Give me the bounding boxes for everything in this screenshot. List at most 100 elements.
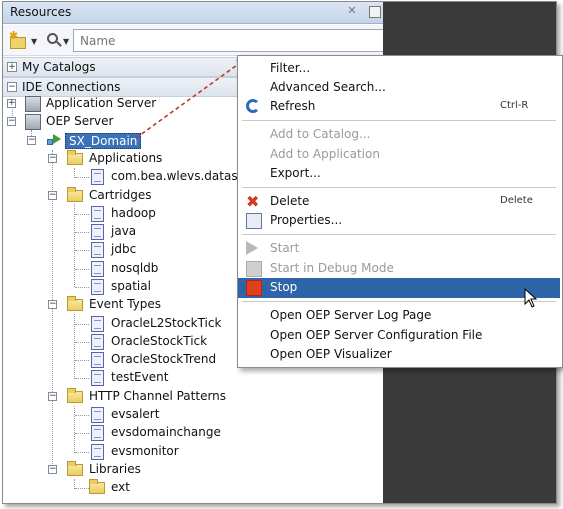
menu-item-label: Start in Debug Mode xyxy=(270,261,394,275)
tree-node-label: SX_Domain xyxy=(65,133,142,149)
collapse-icon[interactable]: − xyxy=(27,136,36,145)
menu-item-label: Delete xyxy=(270,194,310,208)
menu-separator xyxy=(242,120,556,121)
tree-node-label: Libraries xyxy=(89,462,141,476)
menu-item-label: Start xyxy=(270,241,300,255)
debug-icon xyxy=(246,261,262,277)
menu-item-export[interactable]: Export... xyxy=(238,164,560,184)
tree-leaf[interactable]: testEvent xyxy=(3,369,383,387)
document-icon xyxy=(91,407,104,423)
tree-node-label: com.bea.wlevs.datas xyxy=(111,169,238,183)
tree-node-label: evsmonitor xyxy=(111,444,179,458)
menu-separator xyxy=(242,234,556,235)
document-icon xyxy=(91,224,104,240)
server-icon xyxy=(25,114,41,130)
menu-item-label: Add to Application xyxy=(270,147,380,161)
folder-icon xyxy=(67,388,83,403)
document-icon xyxy=(91,444,104,460)
menu-item-label: Properties... xyxy=(270,213,343,227)
tree-node-label: java xyxy=(111,224,137,238)
tree-node-label: nosqldb xyxy=(111,261,159,275)
tree-leaf[interactable]: evsalert xyxy=(3,406,383,424)
menu-item-start-debug: Start in Debug Mode xyxy=(238,259,560,279)
document-icon xyxy=(91,242,104,258)
menu-item-filter[interactable]: Filter... xyxy=(238,59,560,79)
tree-node-label: HTTP Channel Patterns xyxy=(89,389,227,403)
menu-item-add-to-application: Add to Application xyxy=(238,145,560,165)
document-icon xyxy=(91,206,104,222)
menu-item-advanced-search[interactable]: Advanced Search... xyxy=(238,78,560,98)
tree-node-label: evsalert xyxy=(111,407,160,421)
collapse-icon[interactable]: − xyxy=(7,117,16,126)
collapse-icon[interactable]: − xyxy=(48,392,57,401)
tree-node-label: OracleStockTrend xyxy=(111,352,217,366)
menu-item-label: Open OEP Server Log Page xyxy=(270,308,432,322)
tree-node-label: spatial xyxy=(111,279,151,293)
domain-icon xyxy=(47,134,61,148)
context-menu: Filter... Advanced Search... Refresh Ctr… xyxy=(237,55,563,368)
folder-icon xyxy=(67,461,83,476)
menu-item-stop[interactable]: Stop xyxy=(238,278,560,298)
tree-node-label: Applications xyxy=(89,151,163,165)
menu-item-label: Export... xyxy=(270,166,321,180)
mouse-cursor-icon xyxy=(524,288,538,308)
menu-item-label: Stop xyxy=(270,280,298,294)
menu-item-label: Open OEP Server Configuration File xyxy=(270,328,483,342)
tree-leaf[interactable]: evsmonitor xyxy=(3,443,383,461)
menu-item-properties[interactable]: Properties... xyxy=(238,211,560,231)
collapse-icon[interactable]: − xyxy=(48,465,57,474)
shortcut-label: Delete xyxy=(500,195,533,206)
delete-icon: ✖ xyxy=(246,192,260,211)
menu-item-label: Filter... xyxy=(270,61,311,75)
tree-node-label: Cartridges xyxy=(89,188,152,202)
tree-node-label: OEP Server xyxy=(46,114,114,128)
collapse-icon[interactable]: − xyxy=(48,191,57,200)
tree-node-label: hadoop xyxy=(111,206,156,220)
tree-node-libraries[interactable]: − Libraries xyxy=(3,461,383,479)
tree-node-label: testEvent xyxy=(111,370,169,384)
tree-node-label: OracleL2StockTick xyxy=(111,316,222,330)
folder-icon xyxy=(67,296,83,311)
collapse-icon[interactable]: − xyxy=(48,300,57,309)
tree-node-label: OracleStockTick xyxy=(111,334,208,348)
document-icon xyxy=(91,316,104,332)
start-icon xyxy=(246,241,258,255)
stop-icon xyxy=(246,280,262,296)
document-icon xyxy=(91,425,104,441)
document-icon xyxy=(91,169,104,185)
menu-item-label: Refresh xyxy=(270,99,316,113)
expand-icon[interactable]: + xyxy=(7,99,16,108)
menu-item-refresh[interactable]: Refresh Ctrl-R xyxy=(238,97,560,117)
document-icon xyxy=(91,279,104,295)
menu-item-start: Start xyxy=(238,239,560,259)
menu-item-open-log[interactable]: Open OEP Server Log Page xyxy=(238,306,560,326)
menu-item-label: Open OEP Visualizer xyxy=(270,347,392,361)
collapse-icon[interactable]: − xyxy=(48,154,57,163)
menu-item-label: Advanced Search... xyxy=(270,80,386,94)
document-icon xyxy=(91,334,104,350)
menu-item-open-visualizer[interactable]: Open OEP Visualizer xyxy=(238,345,560,365)
tree-node-label: jdbc xyxy=(111,242,137,256)
server-icon xyxy=(25,96,41,112)
folder-icon xyxy=(67,187,83,202)
menu-item-open-config[interactable]: Open OEP Server Configuration File xyxy=(238,326,560,346)
menu-separator xyxy=(242,187,556,188)
refresh-icon xyxy=(246,99,260,113)
tree-node-label: Application Server xyxy=(46,96,157,110)
shortcut-label: Ctrl-R xyxy=(500,100,529,111)
tree-leaf[interactable]: ext xyxy=(3,479,383,497)
menu-item-add-to-catalog: Add to Catalog... xyxy=(238,125,560,145)
folder-icon xyxy=(89,479,105,494)
menu-item-label: Add to Catalog... xyxy=(270,127,371,141)
properties-icon xyxy=(246,213,262,229)
document-icon xyxy=(91,352,104,368)
tree-node-label: Event Types xyxy=(89,297,162,311)
document-icon xyxy=(91,261,104,277)
tree-node-http-channel-patterns[interactable]: − HTTP Channel Patterns xyxy=(3,388,383,406)
tree-node-label: evsdomainchange xyxy=(111,425,221,439)
folder-icon xyxy=(67,150,83,165)
menu-separator xyxy=(242,301,556,302)
tree-node-label: ext xyxy=(111,480,130,494)
tree-leaf[interactable]: evsdomainchange xyxy=(3,424,383,442)
menu-item-delete[interactable]: ✖ Delete Delete xyxy=(238,192,560,212)
